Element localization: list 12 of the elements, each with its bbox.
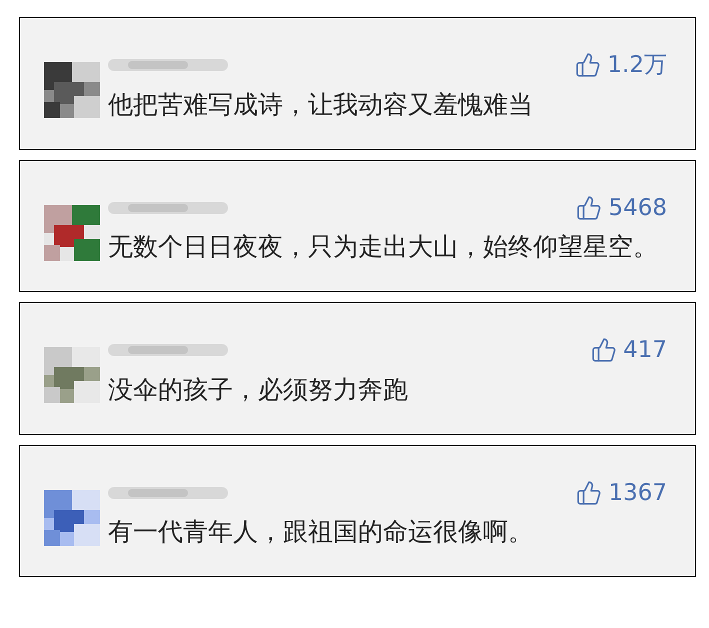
comment-text: 没伞的孩子，必须努力奔跑: [108, 374, 409, 406]
like-count: 5468: [608, 194, 667, 222]
like-count: 417: [623, 336, 667, 365]
comment-text: 有一代青年人，跟祖国的命运很像啊。: [108, 516, 534, 548]
like-count: 1.2万: [607, 51, 667, 80]
comment-text: 他把苦难写成诗，让我动容又羞愧难当: [108, 88, 534, 120]
thumbs-up-icon[interactable]: [576, 194, 602, 221]
like-count: 1367: [608, 478, 667, 508]
comment-text: 无数个日日夜夜，只为走出大山，始终仰望星空。: [108, 231, 659, 263]
thumbs-up-icon[interactable]: [575, 52, 602, 78]
thumbs-up-icon[interactable]: [591, 337, 618, 364]
thumbs-up-icon[interactable]: [576, 480, 602, 506]
